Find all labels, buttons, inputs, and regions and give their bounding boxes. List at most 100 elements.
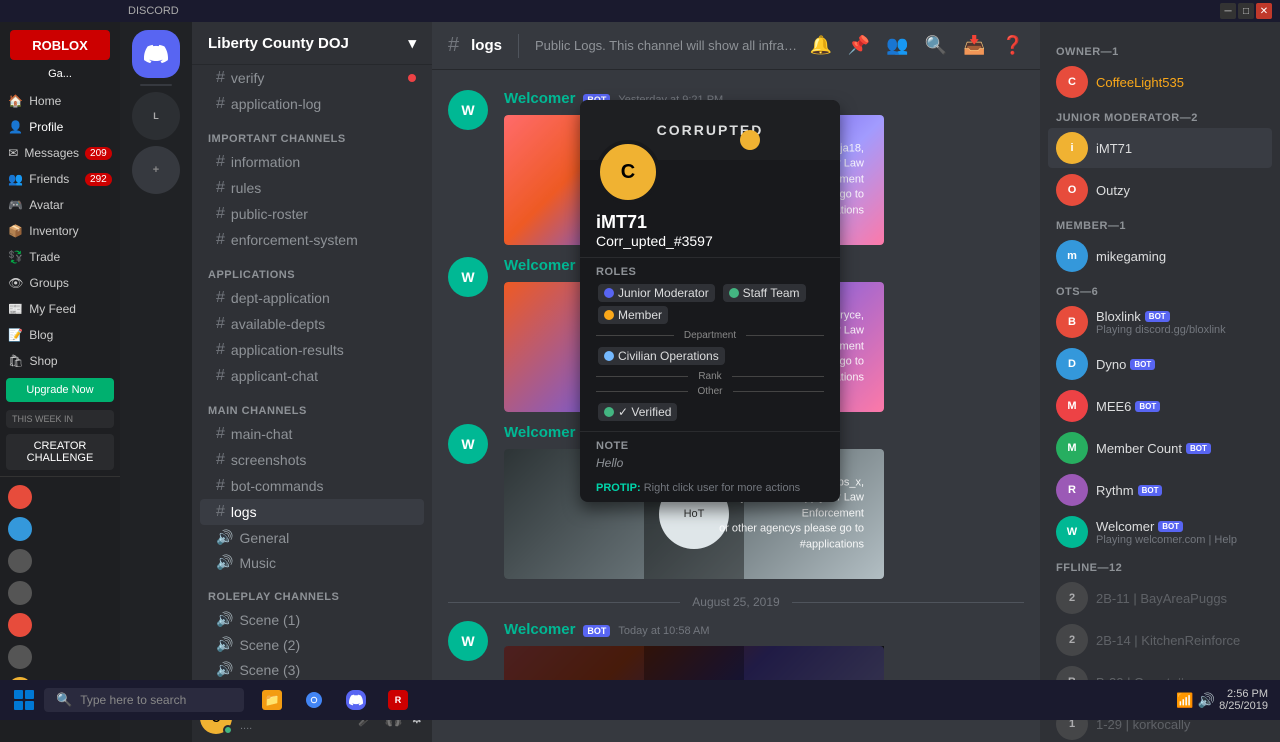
- bot-badge: BOT: [1186, 443, 1211, 454]
- roblox-nav-avatar[interactable]: 🎮 Avatar: [0, 192, 120, 218]
- roblox-nav-inventory[interactable]: 📦 Inventory: [0, 218, 120, 244]
- pin-icon[interactable]: 📌: [848, 35, 870, 56]
- server-icon-2[interactable]: +: [132, 146, 180, 194]
- member-item-dyno[interactable]: D Dyno BOT: [1048, 344, 1272, 384]
- channel-item-general-voice[interactable]: 🔊 General: [200, 525, 424, 550]
- roblox-nav-friends[interactable]: 👥 Friends 292: [0, 166, 120, 192]
- profile-username: iMT71: [596, 212, 824, 233]
- member-item-offline-2[interactable]: 2 2B-14 | KitchenReinforce: [1048, 620, 1272, 660]
- member-item-mikegaming[interactable]: m mikegaming: [1048, 236, 1272, 276]
- this-week-box: THIS WEEK IN: [6, 410, 114, 428]
- speaker-icon: 🔊: [216, 636, 233, 653]
- role-badges: Junior Moderator Staff Team Member Depar…: [596, 282, 824, 423]
- member-avatar: W: [1056, 516, 1088, 548]
- member-item-offline-1[interactable]: 2 2B-11 | BayAreaPuggs: [1048, 578, 1272, 618]
- roblox-nav-groups[interactable]: 👁 Groups: [0, 270, 120, 296]
- hash-icon: #: [216, 289, 225, 307]
- channel-item-applicant-chat[interactable]: # applicant-chat: [200, 363, 424, 389]
- inbox-icon[interactable]: 📥: [963, 35, 985, 56]
- taskbar-roblox[interactable]: R: [378, 686, 418, 714]
- taskbar-chrome[interactable]: [294, 686, 334, 714]
- upgrade-button[interactable]: Upgrade Now: [6, 378, 114, 402]
- members-icon[interactable]: 👥: [886, 35, 908, 56]
- discord-icon: [346, 690, 366, 710]
- taskbar-right: 📶 🔊 2:56 PM 8/25/2019: [1176, 688, 1276, 712]
- server-icon-1[interactable]: L: [132, 92, 180, 140]
- hash-icon: #: [216, 231, 225, 249]
- minimize-button[interactable]: ─: [1220, 3, 1236, 19]
- maximize-button[interactable]: □: [1238, 3, 1254, 19]
- member-playing: Playing discord.gg/bloxlink: [1096, 324, 1226, 336]
- role-divider-department: Department: [596, 330, 824, 341]
- roblox-nav-trade[interactable]: 💱 Trade: [0, 244, 120, 270]
- taskbar-discord[interactable]: [336, 686, 376, 714]
- channel-item-application-log[interactable]: # application-log: [200, 91, 424, 117]
- server-icon-discord[interactable]: [132, 30, 180, 78]
- search-icon[interactable]: 🔍: [925, 35, 947, 56]
- member-item-imt71[interactable]: i iMT71: [1048, 128, 1272, 168]
- profile-note-section: NOTE Hello: [580, 431, 840, 478]
- roblox-avatar-4: [0, 577, 120, 609]
- member-item-outzy[interactable]: O Outzy: [1048, 170, 1272, 210]
- speaker-icon: 🔊: [216, 661, 233, 678]
- taskbar-search[interactable]: 🔍 Type here to search: [44, 688, 244, 712]
- roblox-nav-feed[interactable]: 📰 My Feed: [0, 296, 120, 322]
- member-avatar: O: [1056, 174, 1088, 206]
- channel-item-music-voice[interactable]: 🔊 Music: [200, 550, 424, 575]
- file-explorer-icon: 📁: [262, 690, 282, 710]
- channel-item-rules[interactable]: # rules: [200, 175, 424, 201]
- role-color-dot: [604, 351, 614, 361]
- channel-item-scene-2[interactable]: 🔊 Scene (2): [200, 632, 424, 657]
- roblox-taskbar-icon: R: [388, 690, 408, 710]
- note-header: NOTE: [596, 440, 824, 452]
- channel-item-enforcement-system[interactable]: # enforcement-system: [200, 227, 424, 253]
- server-header[interactable]: Liberty County DOJ ▾: [192, 22, 432, 65]
- notification-bell-icon[interactable]: 🔔: [809, 35, 831, 56]
- profile-roles-section: ROLES Junior Moderator Staff Team Member…: [580, 257, 840, 431]
- member-avatar: M: [1056, 432, 1088, 464]
- header-divider: [518, 34, 519, 58]
- member-section-junior-mod: JUNIOR MODERATOR—2: [1048, 104, 1272, 128]
- channel-item-dept-application[interactable]: # dept-application: [200, 285, 424, 311]
- speaker-icon: 🔊: [216, 611, 233, 628]
- channel-item-application-results[interactable]: # application-results: [200, 337, 424, 363]
- channel-item-bot-commands[interactable]: # bot-commands: [200, 473, 424, 499]
- browser-bar: [0, 0, 120, 22]
- member-item-welcomer[interactable]: W Welcomer BOT Playing welcomer.com | He…: [1048, 512, 1272, 552]
- member-item-rythm[interactable]: R Rythm BOT: [1048, 470, 1272, 510]
- profile-popup: CORRUPTED C iMT71 Corr_upted_#3597 ROLES…: [580, 100, 840, 502]
- member-item-member-count[interactable]: M Member Count BOT: [1048, 428, 1272, 468]
- close-button[interactable]: ✕: [1256, 3, 1272, 19]
- roblox-logo[interactable]: ROBLOX: [10, 30, 110, 60]
- channel-item-screenshots[interactable]: # screenshots: [200, 447, 424, 473]
- taskbar-file-explorer[interactable]: 📁: [252, 686, 292, 714]
- roblox-nav-profile[interactable]: 👤 Profile: [0, 114, 120, 140]
- roblox-nav-messages[interactable]: ✉ Messages 209: [0, 140, 120, 166]
- channel-item-scene-1[interactable]: 🔊 Scene (1): [200, 607, 424, 632]
- channel-item-main-chat[interactable]: # main-chat: [200, 421, 424, 447]
- help-icon[interactable]: ❓: [1002, 35, 1024, 56]
- channel-item-logs[interactable]: # logs: [200, 499, 424, 525]
- member-item-coffeelight[interactable]: C CoffeeLight535: [1048, 62, 1272, 102]
- creator-challenge[interactable]: CREATOR CHALLENGE: [6, 434, 114, 470]
- channel-item-verify[interactable]: # verify: [200, 65, 424, 91]
- member-avatar: m: [1056, 240, 1088, 272]
- messages-badge: 209: [85, 147, 112, 160]
- chevron-down-icon: ▾: [408, 34, 416, 52]
- member-item-bloxlink[interactable]: B Bloxlink BOT Playing discord.gg/bloxli…: [1048, 302, 1272, 342]
- channel-item-information[interactable]: # information: [200, 149, 424, 175]
- roblox-nav-home[interactable]: 🏠 Home: [0, 88, 120, 114]
- member-item-mee6[interactable]: M MEE6 BOT: [1048, 386, 1272, 426]
- message-group: W Welcomer BOT Today at 10:58 AM: [432, 617, 1040, 682]
- channel-item-scene-3[interactable]: 🔊 Scene (3): [200, 657, 424, 682]
- channel-hash-icon: #: [448, 34, 459, 57]
- role-badge-civilian-ops: Civilian Operations: [598, 347, 725, 365]
- start-button[interactable]: [4, 680, 44, 720]
- channel-item-available-depts[interactable]: # available-depts: [200, 311, 424, 337]
- roblox-nav-shop[interactable]: 🛍 Shop: [0, 348, 120, 374]
- member-list: OWNER—1 C CoffeeLight535 JUNIOR MODERATO…: [1040, 22, 1280, 742]
- roblox-nav-blog[interactable]: 📝 Blog: [0, 322, 120, 348]
- message-avatar: W: [448, 621, 488, 661]
- channel-item-public-roster[interactable]: # public-roster: [200, 201, 424, 227]
- server-icon-list: L +: [120, 22, 192, 742]
